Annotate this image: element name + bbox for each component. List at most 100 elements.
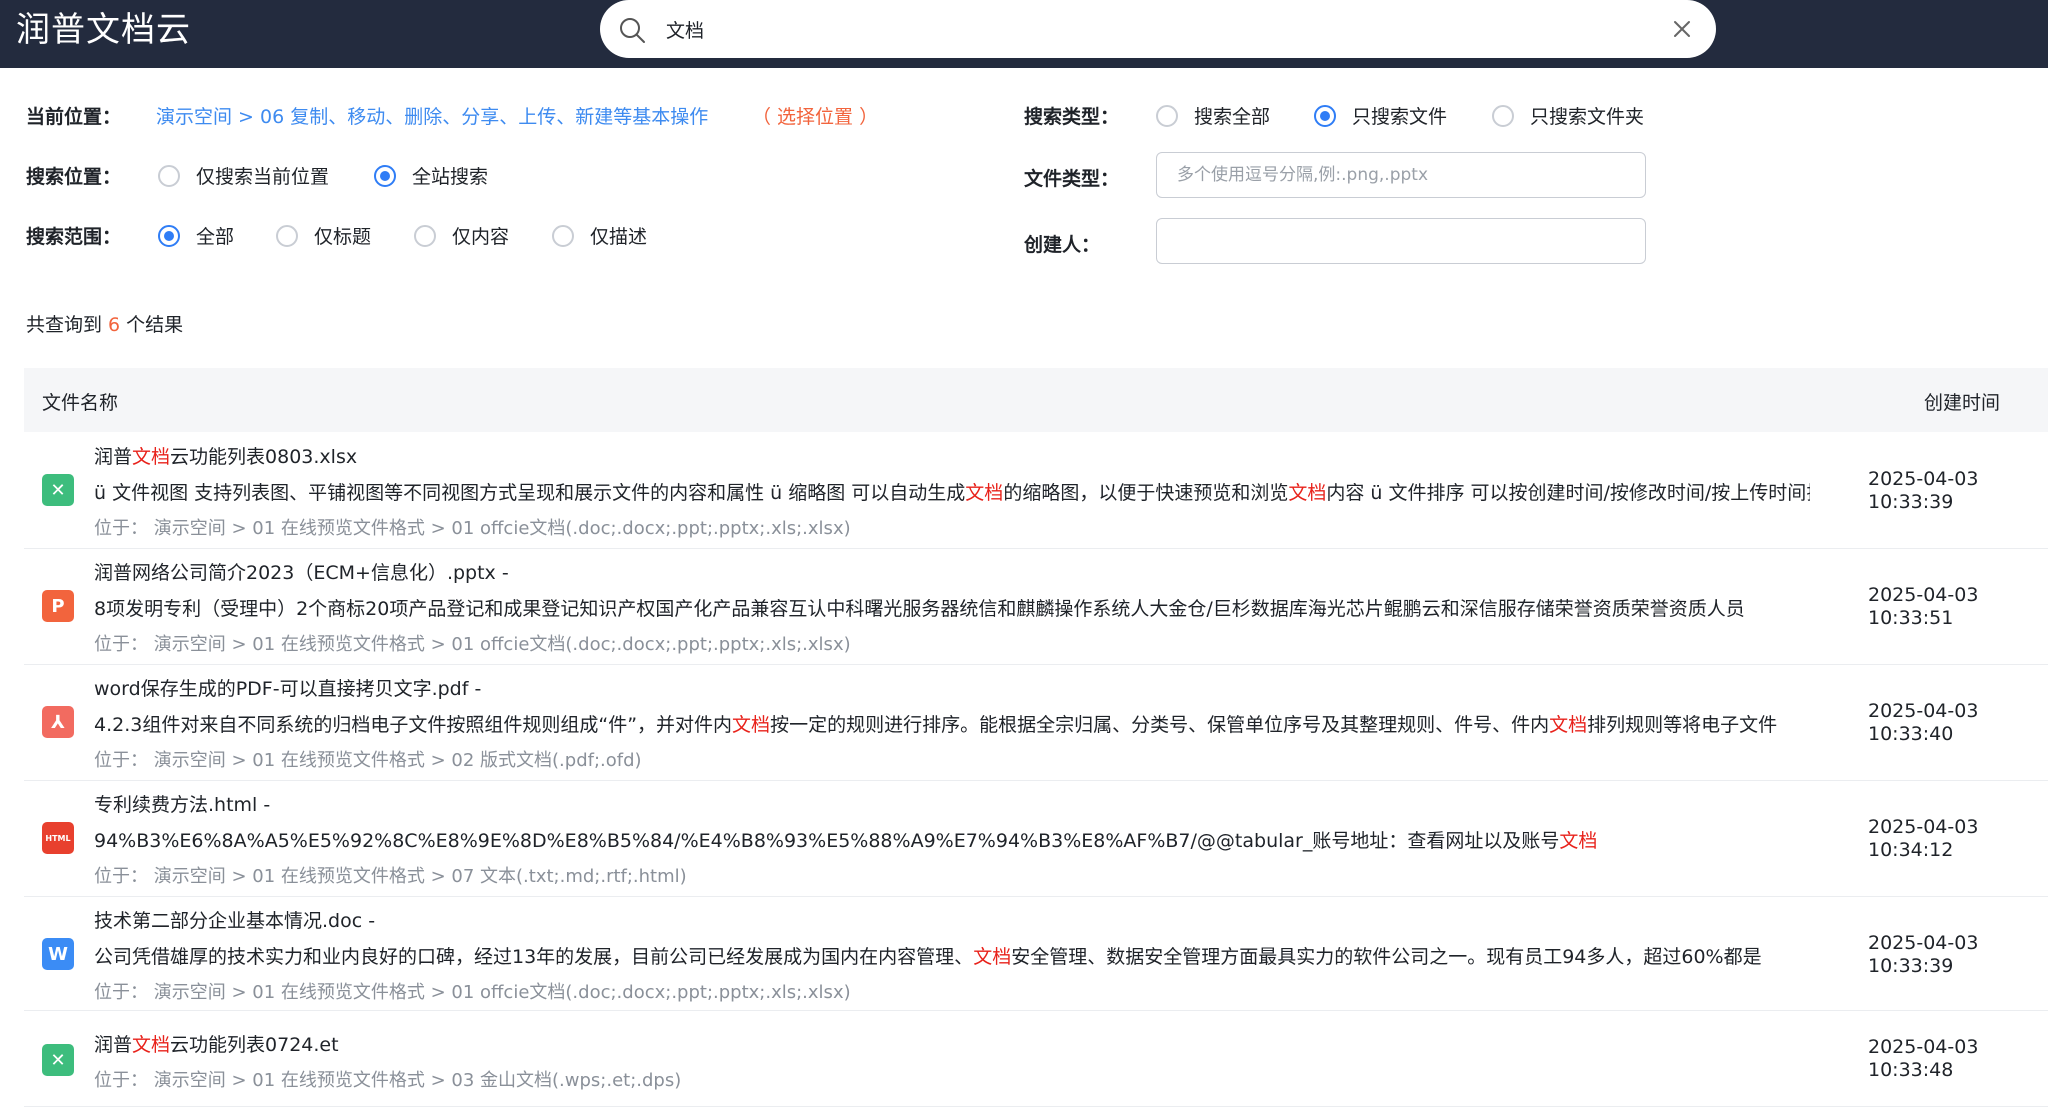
radio-scope-description[interactable]: 仅描述: [552, 222, 647, 249]
et-icon: ✕: [42, 1044, 74, 1076]
ppt-icon: P: [42, 590, 74, 622]
radio-label: 只搜索文件夹: [1530, 106, 1645, 128]
created-time: 10:33:39: [1868, 955, 1954, 977]
radio-type-files[interactable]: 只搜索文件: [1314, 102, 1447, 129]
result-created-time: 2025-04-03 10:34:12: [1868, 816, 1978, 862]
radio-site-wide[interactable]: 全站搜索: [374, 162, 488, 189]
created-time: 10:33:48: [1868, 1059, 1954, 1081]
radio-circle: [414, 224, 436, 247]
result-title[interactable]: 润普文档云功能列表0724.et: [94, 1030, 339, 1057]
result-location-path[interactable]: 位于： 演示空间 > 01 在线预览文件格式 > 01 offcie文档(.do…: [94, 978, 851, 1004]
search-input[interactable]: [666, 0, 1646, 58]
created-time: 10:33:39: [1868, 491, 1954, 513]
radio-circle: [1314, 104, 1336, 127]
created-date: 2025-04-03: [1868, 1036, 1979, 1058]
result-row[interactable]: HTML 专利续费方法.html - 94%B3%E6%8A%A5%E5%92%8…: [24, 780, 2048, 897]
snippet-text: 按一定的规则进行排序。能根据全宗归属、分类号、保管单位序号及其整理规则、件号、件…: [770, 714, 1550, 736]
result-title[interactable]: 润普网络公司简介2023（ECM+信息化）.pptx -: [94, 558, 509, 585]
result-title[interactable]: 专利续费方法.html -: [94, 790, 270, 817]
result-snippet: 公司凭借雄厚的技术实力和业内良好的口碑，经过13年的发展，目前公司已经发展成为国…: [94, 942, 1810, 969]
location-path-link[interactable]: 演示空间 > 06 复制、移动、删除、分享、上传、新建等基本操作: [156, 102, 708, 129]
radio-label: 搜索全部: [1194, 106, 1271, 128]
snippet-text: 8项发明专利（受理中）2个商标20项产品登记和成果登记知识产权国产化产品兼容互认…: [94, 598, 1745, 620]
result-location-path[interactable]: 位于： 演示空间 > 01 在线预览文件格式 > 02 版式文档(.pdf;.o…: [94, 746, 642, 772]
radio-circle: [1492, 104, 1514, 127]
snippet-text: 安全管理、数据安全管理方面最具实力的软件公司之一。现有员工94多人，超过60%都…: [1011, 946, 1762, 968]
title-text: 专利续费方法.html -: [94, 794, 271, 816]
result-created-time: 2025-04-03 10:33:51: [1868, 584, 1978, 630]
radio-circle: [276, 224, 298, 247]
select-location-link[interactable]: （ 选择位置 ）: [752, 102, 878, 129]
radio-scope-content[interactable]: 仅内容: [414, 222, 509, 249]
html-icon: HTML: [42, 822, 74, 854]
title-text: word保存生成的PDF-可以直接拷贝文字.pdf -: [94, 678, 482, 700]
result-title[interactable]: 技术第二部分企业基本情况.doc -: [94, 906, 375, 933]
result-row[interactable]: ⅄ word保存生成的PDF-可以直接拷贝文字.pdf - 4.2.3组件对来自不…: [24, 664, 2048, 781]
radio-label: 仅搜索当前位置: [196, 166, 330, 188]
result-snippet: ü 文件视图 支持列表图、平铺视图等不同视图方式呈现和展示文件的内容和属性 ü …: [94, 478, 1810, 505]
result-count: 共查询到 6 个结果: [26, 310, 183, 337]
top-bar: 润普文档云: [0, 0, 2048, 68]
creator-input[interactable]: [1156, 218, 1646, 264]
result-title[interactable]: 润普文档云功能列表0803.xlsx: [94, 442, 357, 469]
radio-label: 仅内容: [452, 226, 510, 248]
radio-scope-title[interactable]: 仅标题: [276, 222, 371, 249]
title-text: 润普网络公司简介2023（ECM+信息化）.pptx -: [94, 562, 509, 584]
result-row[interactable]: ✕ 润普文档云功能列表0803.xlsx ü 文件视图 支持列表图、平铺视图等不同视…: [24, 432, 2048, 549]
result-row[interactable]: P 润普网络公司简介2023（ECM+信息化）.pptx - 8项发明专利（受理中…: [24, 548, 2048, 665]
result-location-path[interactable]: 位于： 演示空间 > 01 在线预览文件格式 > 01 offcie文档(.do…: [94, 514, 851, 540]
pdf-icon: ⅄: [42, 706, 74, 738]
snippet-text: 94%B3%E6%8A%A5%E5%92%8C%E8%9E%8D%E8%B5%8…: [94, 830, 1560, 852]
radio-circle: [158, 224, 180, 247]
highlight-term: 文档: [965, 482, 1004, 504]
results-table-header: 文件名称 创建时间: [24, 368, 2048, 432]
radio-label: 全站搜索: [412, 166, 489, 188]
title-text: 润普: [94, 446, 133, 468]
snippet-text: 内容 ü 文件排序 可以按创建时间/按修改时间/按上传时间排序: [1326, 482, 1810, 504]
file-type-label: 文件类型：: [1024, 168, 1120, 190]
snippet-text: 4.2.3组件对来自不同系统的归档电子文件按照组件规则组成“件”，并对件内: [94, 714, 733, 736]
search-box[interactable]: [600, 0, 1716, 58]
result-row[interactable]: W 技术第二部分企业基本情况.doc - 公司凭借雄厚的技术实力和业内良好的口碑，…: [24, 896, 2048, 1011]
radio-label: 全部: [196, 226, 235, 248]
radio-scope-all[interactable]: 全部: [158, 222, 234, 249]
radio-current-location[interactable]: 仅搜索当前位置: [158, 162, 329, 189]
snippet-text: 排列规则等将电子文件: [1587, 714, 1778, 736]
clear-search-icon[interactable]: [1670, 17, 1694, 41]
radio-circle: [374, 164, 396, 187]
radio-circle: [158, 164, 180, 187]
title-text: 技术第二部分企业基本情况.doc -: [94, 910, 376, 932]
column-header-created-time[interactable]: 创建时间: [1924, 388, 2000, 415]
result-count-suffix: 个结果: [126, 314, 184, 336]
result-location-path[interactable]: 位于： 演示空间 > 01 在线预览文件格式 > 03 金山文档(.wps;.e…: [94, 1066, 681, 1092]
result-title[interactable]: word保存生成的PDF-可以直接拷贝文字.pdf -: [94, 674, 481, 701]
created-date: 2025-04-03: [1868, 584, 1979, 606]
title-text: 云功能列表0803.xlsx: [170, 446, 358, 468]
location-label: 当前位置：: [26, 106, 122, 128]
created-date: 2025-04-03: [1868, 816, 1979, 838]
result-created-time: 2025-04-03 10:33:39: [1868, 468, 1978, 514]
result-location-path[interactable]: 位于： 演示空间 > 01 在线预览文件格式 > 07 文本(.txt;.md;…: [94, 862, 687, 888]
highlight-term: 文档: [1559, 830, 1598, 852]
file-type-input[interactable]: [1156, 152, 1646, 198]
radio-type-all[interactable]: 搜索全部: [1156, 102, 1270, 129]
result-created-time: 2025-04-03 10:33:39: [1868, 932, 1978, 978]
result-count-number: 6: [108, 314, 121, 336]
result-row[interactable]: ✕ 润普文档云功能列表0724.et 位于： 演示空间 > 01 在线预览文件格式 …: [24, 1010, 2048, 1107]
result-snippet: 4.2.3组件对来自不同系统的归档电子文件按照组件规则组成“件”，并对件内文档按…: [94, 710, 1810, 737]
created-time: 10:33:51: [1868, 607, 1954, 629]
search-position-label: 搜索位置：: [26, 166, 122, 188]
result-created-time: 2025-04-03 10:33:48: [1868, 1036, 1978, 1082]
radio-type-folders[interactable]: 只搜索文件夹: [1492, 102, 1644, 129]
created-time: 10:33:40: [1868, 723, 1954, 745]
highlight-term: 文档: [1288, 482, 1327, 504]
search-scope-label: 搜索范围：: [26, 226, 122, 248]
created-date: 2025-04-03: [1868, 700, 1979, 722]
search-icon: [620, 18, 645, 43]
title-text: 润普: [94, 1034, 133, 1056]
snippet-text: 公司凭借雄厚的技术实力和业内良好的口碑，经过13年的发展，目前公司已经发展成为国…: [94, 946, 974, 968]
column-header-name[interactable]: 文件名称: [42, 388, 118, 415]
radio-circle: [1156, 104, 1178, 127]
result-location-path[interactable]: 位于： 演示空间 > 01 在线预览文件格式 > 01 offcie文档(.do…: [94, 630, 851, 656]
word-icon: W: [42, 938, 74, 970]
